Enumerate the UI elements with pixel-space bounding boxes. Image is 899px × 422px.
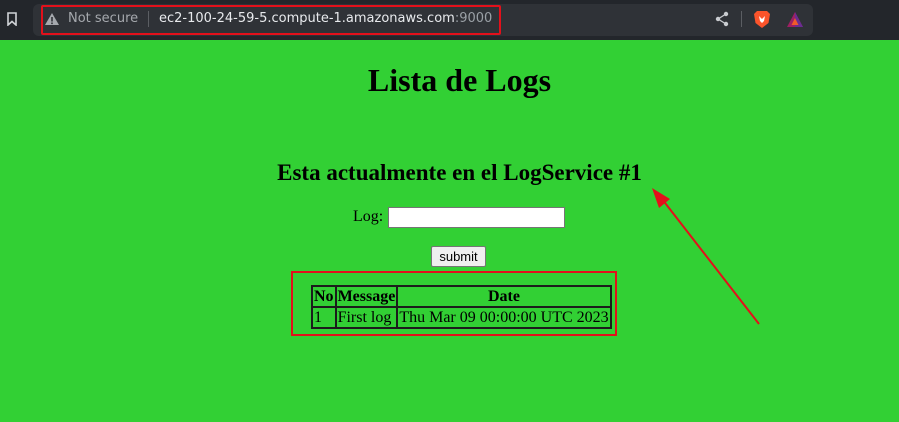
- column-header-no: No: [312, 286, 336, 307]
- column-header-date: Date: [397, 286, 611, 307]
- table-row: 1 First log Thu Mar 09 00:00:00 UTC 2023: [312, 307, 611, 328]
- page-title: Lista de Logs: [367, 62, 552, 98]
- submit-button[interactable]: submit: [431, 246, 486, 267]
- service-heading: Esta actualmente en el LogService #1: [277, 160, 642, 185]
- logs-table: No Message Date 1 First log Thu Mar 09 0…: [311, 285, 612, 329]
- cell-message: First log: [335, 307, 398, 328]
- column-header-message: Message: [335, 286, 398, 307]
- browser-toolbar: Not secure ec2-100-24-59-5.compute-1.ama…: [0, 0, 899, 40]
- toolbar-divider: [741, 11, 742, 27]
- url-annotation-box: [41, 5, 501, 35]
- cell-date: Thu Mar 09 00:00:00 UTC 2023: [397, 307, 611, 328]
- log-input[interactable]: [388, 207, 565, 228]
- cell-no: 1: [312, 307, 336, 328]
- table-header-row: No Message Date: [312, 286, 611, 307]
- bookmark-icon[interactable]: [7, 12, 17, 26]
- share-icon[interactable]: [714, 11, 730, 27]
- log-label: Log:: [353, 208, 384, 225]
- brave-shield-icon[interactable]: [753, 10, 771, 29]
- brave-rewards-icon[interactable]: [786, 11, 804, 28]
